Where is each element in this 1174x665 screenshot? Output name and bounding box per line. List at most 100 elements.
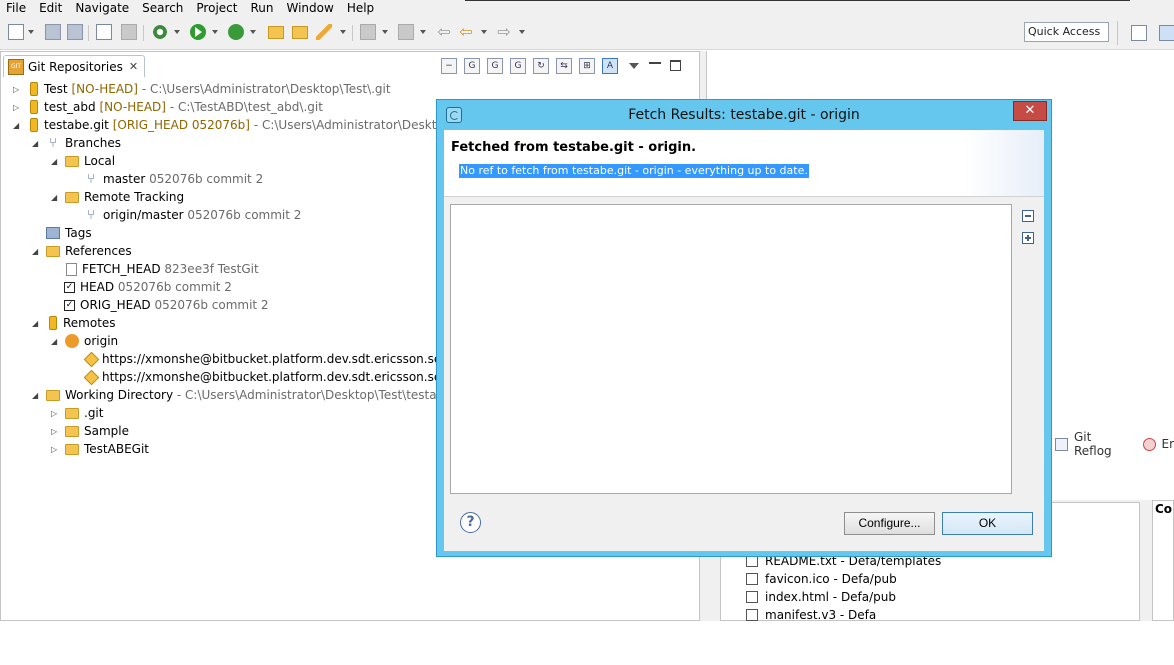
maximize-icon[interactable] — [670, 60, 681, 71]
tree-row-tags[interactable]: Tags — [46, 224, 92, 242]
close-icon[interactable]: ✕ — [129, 60, 138, 73]
terminal-icon[interactable] — [96, 24, 112, 40]
view-menu-icon[interactable] — [629, 63, 639, 69]
create-repository-icon[interactable]: G — [510, 58, 526, 74]
tab-error-log[interactable]: Er — [1162, 437, 1174, 451]
node-label: https://xmonshe@bitbucket.platform.dev.s… — [102, 352, 474, 366]
tab-git-repositories[interactable]: GIT Git Repositories ✕ — [3, 55, 146, 77]
collapse-arrow-icon[interactable]: ◢ — [32, 319, 41, 328]
file-icon — [746, 573, 758, 585]
tree-row-push-url[interactable]: https://xmonshe@bitbucket.platform.dev.s… — [83, 368, 474, 386]
expand-arrow-icon[interactable]: ▷ — [51, 409, 60, 418]
prev-annotation-icon[interactable] — [398, 24, 414, 40]
last-edit-icon[interactable]: ⇦ — [435, 24, 453, 40]
link-with-selection-icon[interactable]: ⇆ — [556, 58, 572, 74]
new-file-icon[interactable] — [8, 24, 24, 40]
menu-edit[interactable]: Edit — [39, 1, 62, 15]
collapse-arrow-icon[interactable]: ◢ — [32, 139, 41, 148]
expand-arrow-icon[interactable]: ▷ — [13, 103, 22, 112]
tree-row-working-directory[interactable]: ◢ Working Directory - C:\Users\Administr… — [32, 386, 471, 404]
open-project-icon[interactable] — [292, 26, 308, 39]
tree-row-repo-test-abd[interactable]: ▷ test_abd [NO-HEAD] - C:\TestABD\test_a… — [13, 98, 323, 116]
tree-row-sample[interactable]: ▷ Sample — [51, 422, 129, 440]
help-icon[interactable]: ? — [460, 512, 481, 533]
tree-row-branches[interactable]: ◢ ⑂ Branches — [32, 134, 121, 152]
tree-row-remotes[interactable]: ◢ Remotes — [32, 314, 116, 332]
save-icon[interactable] — [45, 24, 61, 40]
minimize-icon[interactable] — [649, 58, 661, 64]
collapse-all-icon[interactable] — [1022, 210, 1034, 222]
quick-access-input[interactable]: Quick Access — [1024, 22, 1109, 42]
menu-search[interactable]: Search — [142, 1, 183, 15]
run-icon[interactable] — [190, 24, 206, 40]
external-tools-icon[interactable] — [228, 24, 244, 40]
list-item[interactable]: manifest.v3 - Defa — [746, 606, 941, 624]
forward-dropdown-icon[interactable] — [519, 30, 525, 34]
configure-button[interactable]: Configure... — [844, 512, 935, 535]
tree-row-dot-git[interactable]: ▷ .git — [51, 404, 103, 422]
menu-run[interactable]: Run — [250, 1, 273, 15]
back-arrow-icon[interactable]: ⇦ — [457, 24, 475, 40]
hierarchy-icon[interactable]: ⊞ — [579, 58, 595, 74]
list-item[interactable]: favicon.ico - Defa/pub — [746, 570, 941, 588]
tab-git-reflog[interactable]: Git Reflog — [1074, 430, 1133, 458]
clone-repository-icon[interactable]: G — [487, 58, 503, 74]
menu-help[interactable]: Help — [347, 1, 374, 15]
build-icon[interactable] — [121, 24, 137, 40]
tree-row-head[interactable]: ✓ HEAD 052076b commit 2 — [64, 278, 232, 296]
header-message[interactable]: No ref to fetch from testabe.git - origi… — [459, 164, 809, 178]
menu-window[interactable]: Window — [286, 1, 333, 15]
list-item[interactable]: index.html - Defa/pub — [746, 588, 941, 606]
tree-row-master[interactable]: ⑂ master 052076b commit 2 — [84, 170, 263, 188]
collapse-arrow-icon[interactable]: ◢ — [51, 193, 60, 202]
debug-config-icon[interactable] — [152, 24, 168, 40]
collapse-arrow-icon[interactable]: ◢ — [51, 337, 60, 346]
expand-all-icon[interactable] — [1022, 232, 1034, 244]
tree-row-testabegit[interactable]: ▷ TestABEGit — [51, 440, 149, 458]
show-details-icon[interactable]: A — [602, 58, 618, 74]
forward-arrow-icon[interactable]: ⇨ — [495, 24, 513, 40]
toolbar-separator — [88, 25, 89, 41]
collapse-arrow-icon[interactable]: ◢ — [51, 157, 60, 166]
open-folder-icon[interactable] — [268, 26, 284, 39]
tree-row-fetch-url[interactable]: https://xmonshe@bitbucket.platform.dev.s… — [83, 350, 474, 368]
next-annotation-dropdown-icon[interactable] — [382, 30, 388, 34]
debug-dropdown-icon[interactable] — [174, 30, 180, 34]
run-dropdown-icon[interactable] — [212, 30, 218, 34]
java-perspective-icon[interactable] — [1159, 25, 1174, 41]
menu-file[interactable]: File — [6, 1, 26, 15]
tree-row-fetch-head[interactable]: FETCH_HEAD 823ee3f TestGit — [66, 260, 259, 278]
collapse-arrow-icon[interactable]: ◢ — [13, 121, 22, 130]
new-dropdown-icon[interactable] — [28, 30, 34, 34]
next-annotation-icon[interactable] — [360, 24, 376, 40]
collapse-arrow-icon[interactable]: ◢ — [32, 247, 41, 256]
refresh-icon[interactable]: ↻ — [533, 58, 549, 74]
tree-row-origin-master[interactable]: ⑂ origin/master 052076b commit 2 — [84, 206, 301, 224]
pencil-icon[interactable] — [316, 24, 332, 40]
collapse-arrow-icon[interactable]: ◢ — [32, 391, 41, 400]
close-button[interactable]: ✕ — [1013, 101, 1047, 121]
collapse-all-icon[interactable]: − — [441, 58, 457, 74]
tree-row-references[interactable]: ◢ References — [32, 242, 132, 260]
tree-row-remote-tracking[interactable]: ◢ Remote Tracking — [51, 188, 184, 206]
menu-project[interactable]: Project — [196, 1, 237, 15]
add-repository-icon[interactable]: G — [464, 58, 480, 74]
open-perspective-icon[interactable] — [1131, 25, 1147, 41]
save-all-icon[interactable] — [67, 24, 83, 40]
tree-row-repo-test[interactable]: ▷ Test [NO-HEAD] - C:\Users\Administrato… — [13, 80, 391, 98]
back-dropdown-icon[interactable] — [481, 30, 487, 34]
tree-row-repo-testabe[interactable]: ◢ testabe.git [ORIG_HEAD 052076b] - C:\U… — [13, 116, 483, 134]
tree-row-local[interactable]: ◢ Local — [51, 152, 115, 170]
external-dropdown-icon[interactable] — [250, 30, 256, 34]
tree-row-origin[interactable]: ◢ origin — [51, 332, 118, 350]
pencil-dropdown-icon[interactable] — [340, 30, 346, 34]
menu-navigate[interactable]: Navigate — [75, 1, 129, 15]
expand-arrow-icon[interactable]: ▷ — [13, 85, 22, 94]
fetch-results-tree[interactable] — [450, 204, 1012, 494]
ok-button[interactable]: OK — [942, 512, 1033, 535]
dialog-title-bar[interactable]: Fetch Results: testabe.git - origin ✕ — [437, 100, 1051, 130]
tree-row-orig-head[interactable]: ✓ ORIG_HEAD 052076b commit 2 — [64, 296, 269, 314]
expand-arrow-icon[interactable]: ▷ — [51, 445, 60, 454]
expand-arrow-icon[interactable]: ▷ — [51, 427, 60, 436]
prev-annotation-dropdown-icon[interactable] — [420, 30, 426, 34]
